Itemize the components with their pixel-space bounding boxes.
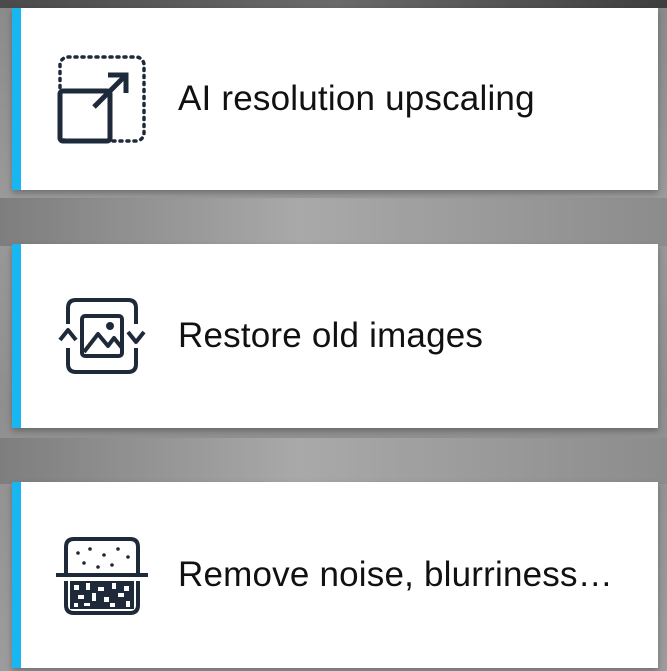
feature-card-denoise[interactable]: Remove noise, blurriness… [12, 482, 658, 668]
feature-card-restore[interactable]: Restore old images [12, 244, 658, 428]
restore-image-icon [52, 286, 152, 386]
background-band [0, 198, 667, 246]
feature-card-upscale[interactable]: AI resolution upscaling [12, 8, 658, 190]
feature-label: AI resolution upscaling [178, 79, 535, 118]
upscale-icon [52, 49, 152, 149]
feature-label: Remove noise, blurriness… [178, 555, 613, 594]
background-band [0, 438, 667, 484]
top-edge [0, 0, 667, 8]
feature-label: Restore old images [178, 316, 484, 355]
denoise-icon [52, 525, 152, 625]
